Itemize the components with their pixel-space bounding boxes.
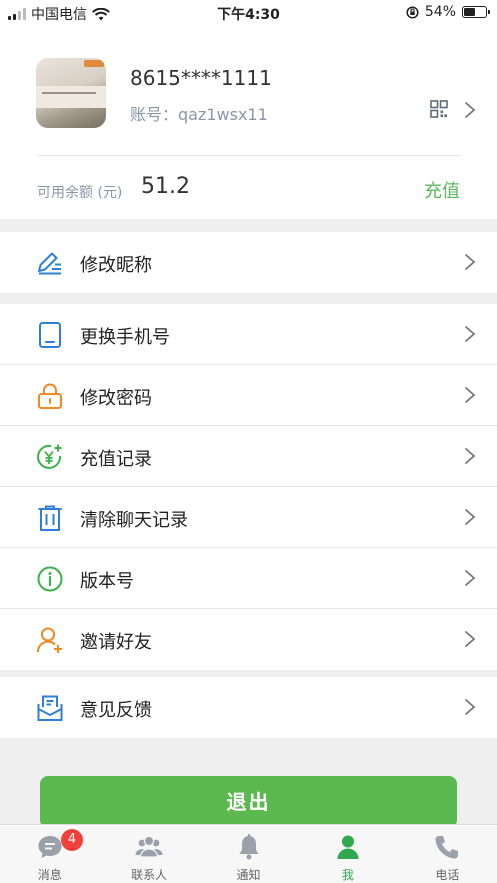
avatar[interactable] — [36, 58, 106, 128]
edit-pen-icon — [38, 252, 61, 275]
user-icon — [337, 835, 359, 859]
add-user-icon — [36, 627, 62, 653]
menu-label: 清除聊天记录 — [80, 510, 188, 531]
menu-item-change-phone[interactable]: 更换手机号 — [0, 304, 497, 365]
unread-badge: 4 — [61, 829, 83, 851]
tab-contacts[interactable]: 联系人 — [99, 825, 198, 883]
tab-label: 电话 — [435, 868, 460, 882]
profile-card[interactable]: 8615****1111 账号：qaz1wsx11 可用余额 (元) 51.2 … — [0, 26, 497, 219]
balance-label: 可用余额 (元) — [37, 185, 123, 201]
menu-group-settings: 更换手机号 修改密码 充值记录 清除聊天记录 版本号 邀请好友 — [0, 304, 497, 670]
menu-group-nickname: 修改昵称 — [0, 232, 497, 293]
tab-messages[interactable]: 4 消息 — [0, 825, 99, 883]
divider — [37, 155, 460, 156]
menu-label: 意见反馈 — [80, 700, 152, 721]
chevron-right-icon — [465, 570, 476, 586]
chevron-right-icon — [465, 448, 476, 464]
mail-feedback-icon — [37, 695, 63, 721]
menu-label: 邀请好友 — [80, 632, 152, 653]
chevron-right-icon — [465, 699, 476, 715]
info-icon — [37, 566, 63, 592]
tab-notifications[interactable]: 通知 — [199, 825, 298, 883]
chevron-right-icon — [465, 387, 476, 403]
menu-label: 更换手机号 — [80, 327, 170, 348]
menu-item-invite-friends[interactable]: 邀请好友 — [0, 609, 497, 670]
menu-label: 版本号 — [80, 571, 134, 592]
chevron-right-icon — [465, 254, 476, 270]
tab-label: 我 — [341, 868, 354, 882]
balance-value: 51.2 — [141, 174, 190, 199]
chat-bubble-icon — [38, 836, 62, 858]
menu-label: 充值记录 — [80, 449, 152, 470]
menu-item-clear-chat[interactable]: 清除聊天记录 — [0, 487, 497, 548]
menu-item-recharge-records[interactable]: 充值记录 — [0, 426, 497, 487]
logout-button[interactable]: 退出 — [40, 776, 457, 828]
bell-icon — [239, 834, 259, 860]
chevron-right-icon[interactable] — [464, 101, 476, 119]
tab-label: 消息 — [37, 868, 62, 882]
battery-icon — [462, 6, 490, 18]
user-phone: 8615****1111 — [130, 66, 272, 90]
tab-label: 联系人 — [131, 868, 168, 882]
contacts-icon — [135, 835, 163, 858]
menu-item-version[interactable]: 版本号 — [0, 548, 497, 609]
menu-group-feedback: 意见反馈 — [0, 677, 497, 738]
yuan-coin-icon — [37, 444, 62, 469]
phone-handset-icon — [435, 836, 459, 859]
tab-me[interactable]: 我 — [298, 825, 397, 883]
menu-label: 修改昵称 — [80, 255, 152, 276]
chevron-right-icon — [465, 509, 476, 525]
lock-icon — [38, 383, 62, 409]
tab-phone[interactable]: 电话 — [398, 825, 497, 883]
user-account: 账号：qaz1wsx11 — [130, 105, 268, 124]
chevron-right-icon — [465, 631, 476, 647]
battery-percent: 54% — [424, 4, 456, 20]
orientation-lock-icon — [406, 5, 419, 19]
mobile-phone-icon — [39, 322, 61, 348]
menu-item-feedback[interactable]: 意见反馈 — [0, 677, 497, 738]
menu-item-edit-nickname[interactable]: 修改昵称 — [0, 232, 497, 293]
recharge-button[interactable]: 充值 — [424, 177, 460, 203]
qr-code-icon[interactable] — [430, 100, 448, 118]
chevron-right-icon — [465, 326, 476, 342]
menu-label: 修改密码 — [80, 388, 152, 409]
menu-item-change-password[interactable]: 修改密码 — [0, 365, 497, 426]
status-bar: 中国电信 下午4:30 54% — [0, 0, 497, 26]
tab-bar: 4 消息 联系人 通知 我 电话 — [0, 824, 497, 883]
trash-icon — [38, 505, 62, 531]
tab-label: 通知 — [236, 868, 261, 882]
